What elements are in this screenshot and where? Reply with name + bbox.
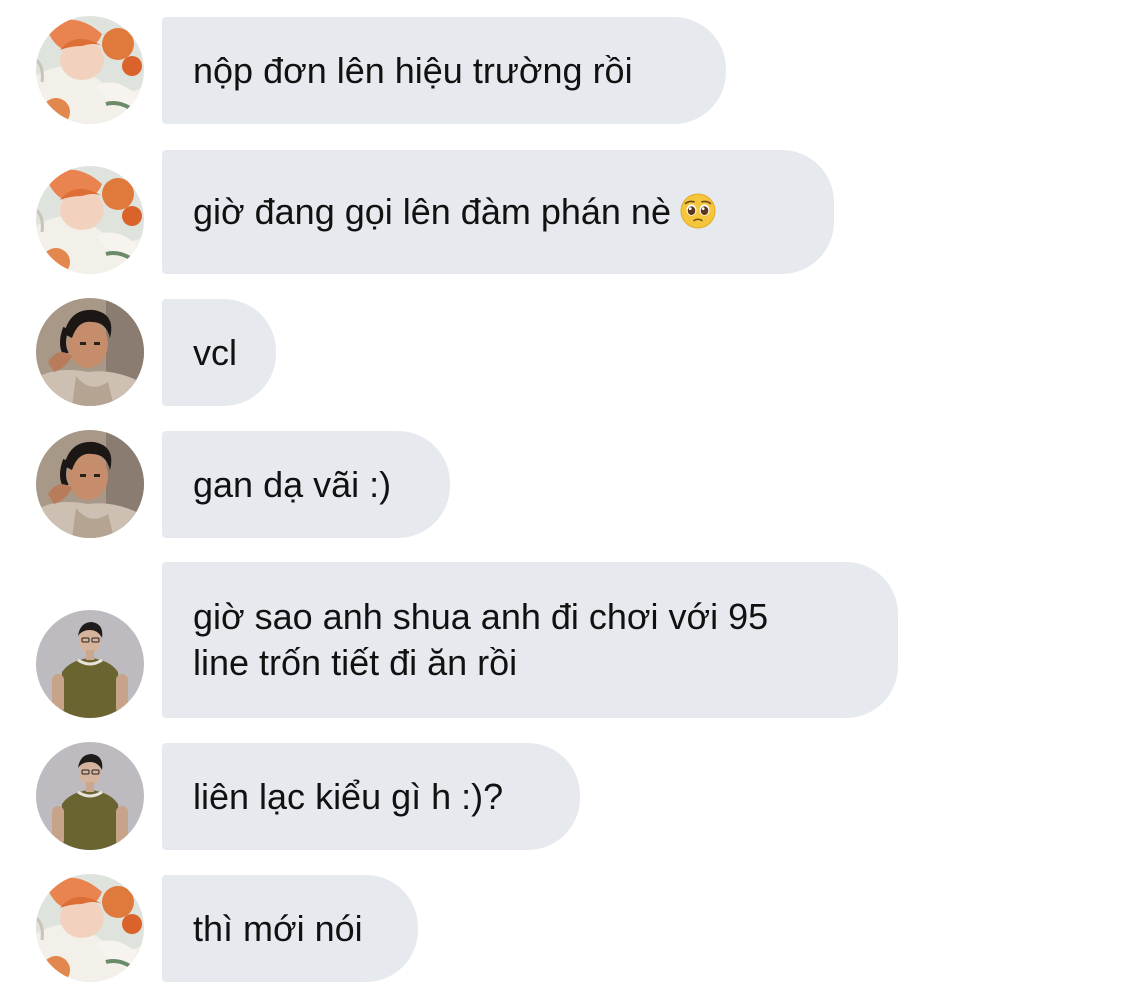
message-text: thì mới nói [193,907,363,949]
message-bubble[interactable]: giờ đang gọi lên đàm phán nè [162,150,834,274]
profile-photo-icon [36,610,144,718]
avatar[interactable] [36,166,144,274]
message-row: nộp đơn lên hiệu trường rồi [0,16,1125,124]
message-bubble[interactable]: thì mới nói [162,875,418,982]
message-row: giờ sao anh shua anh đi chơi với 95 line… [0,562,1125,718]
message-text: nộp đơn lên hiệu trường rồi [193,49,633,91]
message-bubble[interactable]: liên lạc kiểu gì h :)? [162,743,580,850]
profile-photo-icon [36,298,144,406]
message-text: gan dạ vãi :) [193,463,392,505]
message-row: giờ đang gọi lên đàm phán nè [0,150,1125,274]
profile-photo-icon [36,16,144,124]
message-row: gan dạ vãi :) [0,430,1125,538]
pleading-face-icon [679,192,717,230]
message-bubble[interactable]: nộp đơn lên hiệu trường rồi [162,17,726,124]
profile-photo-icon [36,874,144,982]
avatar[interactable] [36,742,144,850]
message-bubble[interactable]: gan dạ vãi :) [162,431,450,538]
message-row: thì mới nói [0,874,1125,982]
avatar[interactable] [36,610,144,718]
message-text-line: giờ sao anh shua anh đi chơi với 95 [193,596,769,637]
message-bubble[interactable]: vcl [162,299,276,406]
message-text: vcl [193,331,237,373]
avatar[interactable] [36,298,144,406]
avatar[interactable] [36,430,144,538]
message-bubble[interactable]: giờ sao anh shua anh đi chơi với 95 line… [162,562,898,718]
message-text: liên lạc kiểu gì h :)? [193,775,504,817]
message-text-line: line trốn tiết đi ăn rồi [193,642,518,683]
message-row: liên lạc kiểu gì h :)? [0,742,1125,850]
avatar[interactable] [36,16,144,124]
message-row: vcl [0,298,1125,406]
profile-photo-icon [36,166,144,274]
avatar[interactable] [36,874,144,982]
message-text: giờ sao anh shua anh đi chơi với 95 line… [193,594,768,686]
profile-photo-icon [36,742,144,850]
profile-photo-icon [36,430,144,538]
message-text: giờ đang gọi lên đàm phán nè [193,189,717,235]
message-text-content: giờ đang gọi lên đàm phán nè [193,191,671,232]
